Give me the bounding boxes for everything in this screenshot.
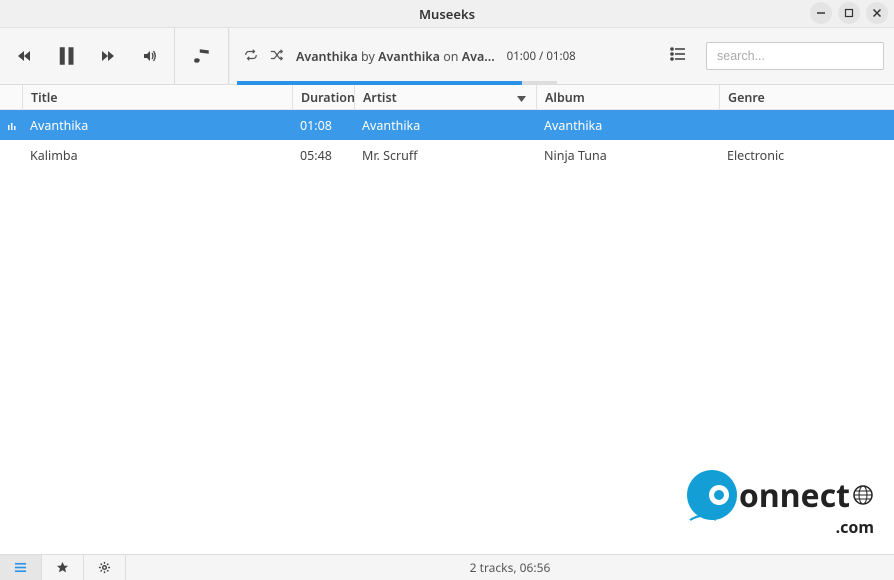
repeat-button[interactable] [244,47,258,65]
cell-album: Ninja Tuna [536,147,719,164]
watermark: onnect .com [685,468,874,538]
next-button[interactable] [98,46,118,66]
table-row[interactable]: Avanthika01:08AvanthikaAvanthika [0,110,894,140]
previous-button[interactable] [14,46,34,66]
footer: 2 tracks, 06:56 [0,554,894,580]
col-playing[interactable] [0,85,22,109]
cell-artist: Avanthika [354,117,536,134]
library-tab[interactable] [0,555,42,580]
time-display: 01:00 / 01:08 [507,49,576,64]
watermark-logo-icon [685,468,739,522]
pause-button[interactable] [56,46,76,66]
maximize-button[interactable] [838,2,860,24]
search-wrap [696,42,894,70]
volume-button[interactable] [140,46,160,66]
queue-button[interactable] [670,47,686,65]
settings-tab[interactable] [84,555,126,580]
toolbar: Avanthika by Avanthika on Ava... 01:00 /… [0,28,894,85]
playback-controls [0,28,175,84]
status-text: 2 tracks, 06:56 [126,559,894,576]
now-playing-artist: Avanthika [378,48,440,65]
minimize-button[interactable] [810,2,832,24]
now-playing-text: Avanthika by Avanthika on Ava... [296,48,495,65]
table-header: Title Duration Artist Album Genre [0,85,894,110]
app-title: Museeks [419,5,475,23]
col-genre[interactable]: Genre [719,85,894,109]
shuffle-button[interactable] [270,47,284,65]
close-button[interactable] [866,2,888,24]
col-title[interactable]: Title [22,85,292,109]
cell-album: Avanthika [536,117,719,134]
cell-genre: Electronic [719,147,894,164]
library-mode-button[interactable] [175,28,229,84]
col-artist[interactable]: Artist [354,85,536,109]
table-body: Avanthika01:08AvanthikaAvanthikaKalimba0… [0,110,894,170]
col-album[interactable]: Album [536,85,719,109]
now-playing-track: Avanthika [296,48,358,65]
cell-title: Avanthika [22,117,292,134]
main-area: Title Duration Artist Album Genre Avanth… [0,85,894,554]
cell-duration: 05:48 [292,147,354,164]
search-input[interactable] [706,42,884,70]
now-playing-album: Ava... [462,48,495,65]
playlists-tab[interactable] [42,555,84,580]
cell-title: Kalimba [22,147,292,164]
col-duration[interactable]: Duration [292,85,354,109]
cell-duration: 01:08 [292,117,354,134]
playing-indicator [0,117,22,134]
cell-artist: Mr. Scruff [354,147,536,164]
sort-asc-icon [517,89,526,106]
globe-icon [852,484,874,506]
title-bar: Museeks [0,0,894,28]
table-row[interactable]: Kalimba05:48Mr. ScruffNinja TunaElectron… [0,140,894,170]
now-playing-area: Avanthika by Avanthika on Ava... 01:00 /… [229,28,696,84]
window-controls [810,2,888,24]
